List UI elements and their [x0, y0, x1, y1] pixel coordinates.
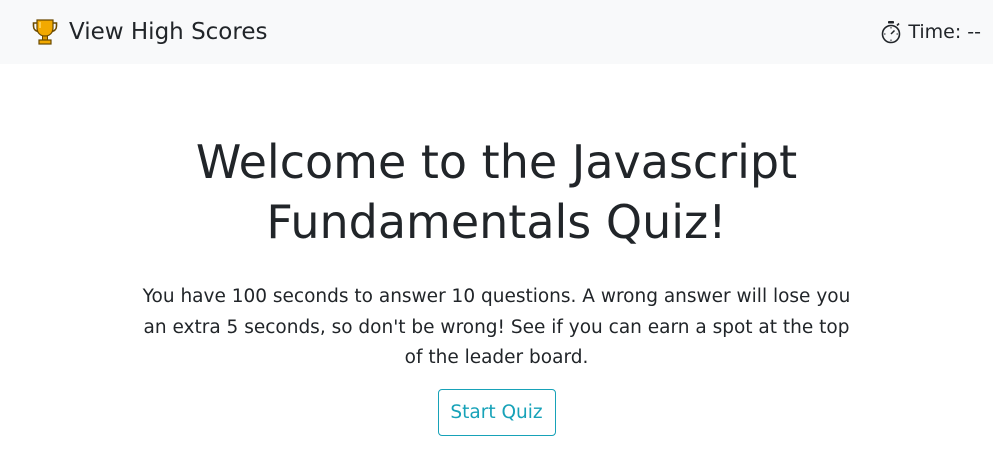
trophy-icon [31, 17, 59, 47]
stopwatch-icon [880, 20, 902, 44]
intro-text: You have 100 seconds to answer 10 questi… [142, 286, 851, 368]
start-quiz-button[interactable]: Start Quiz [437, 388, 556, 436]
timer: Time: -- [880, 0, 981, 64]
view-high-scores-link[interactable]: View High Scores [31, 0, 267, 64]
view-high-scores-label[interactable]: View High Scores [69, 19, 267, 45]
timer-text: Time: -- [908, 21, 981, 43]
navbar: View High Scores Time: -- [0, 0, 993, 64]
main-content: Welcome to the Javascript Fundamentals Q… [0, 64, 993, 436]
page-title: Welcome to the Javascript Fundamentals Q… [195, 135, 798, 249]
